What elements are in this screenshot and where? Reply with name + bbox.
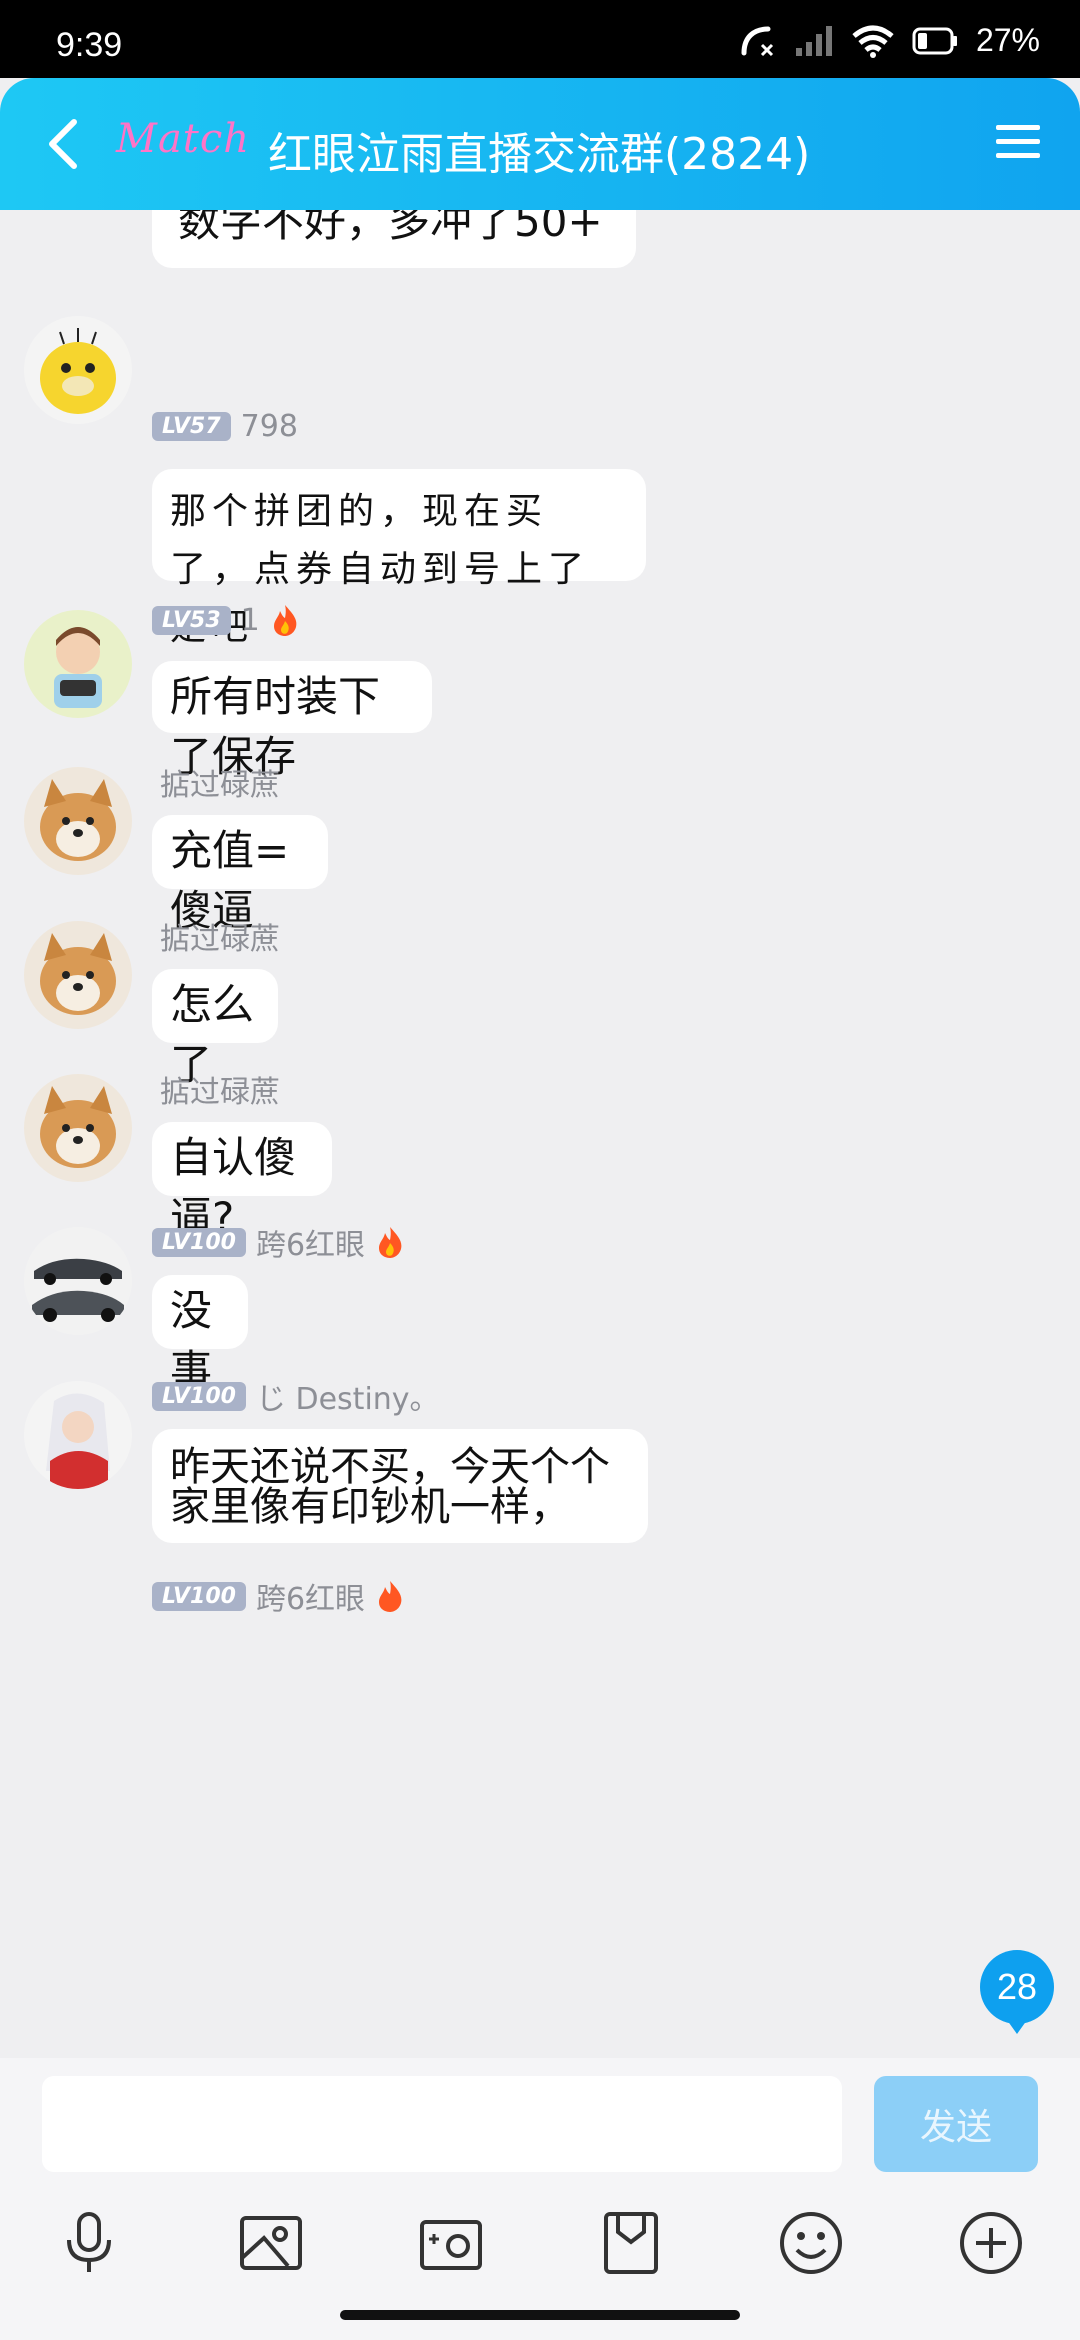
avatar[interactable] xyxy=(24,921,132,1029)
fire-icon xyxy=(273,605,297,636)
unread-count-badge[interactable]: 28 xyxy=(980,1950,1054,2034)
level-badge: LV100 xyxy=(152,1581,246,1611)
wifi-icon xyxy=(852,25,894,58)
sender-meta: LV100 跨6红眼 xyxy=(152,1574,405,1618)
signal-icon xyxy=(795,25,832,56)
brand-logo: Match xyxy=(116,116,251,162)
chat-header: Match 红眼泣雨直播交流群(2824) xyxy=(0,78,1080,210)
message-input[interactable] xyxy=(42,2076,842,2172)
avatar[interactable] xyxy=(24,610,132,718)
composer-toolbar xyxy=(0,2208,1080,2308)
camera-icon[interactable] xyxy=(416,2208,486,2278)
message-bubble[interactable]: 那个拼团的，现在买了，点券自动到号上了是吧 xyxy=(152,469,646,648)
message-bubble[interactable]: 没事 xyxy=(152,1275,248,1395)
composer-bar: 发送 xyxy=(0,2058,1080,2340)
message-bubble[interactable]: 充值=傻逼 xyxy=(152,815,328,935)
level-badge: LV57 xyxy=(152,411,231,441)
menu-icon[interactable] xyxy=(996,120,1040,164)
fire-icon xyxy=(379,1227,402,1258)
level-badge: LV100 xyxy=(152,1381,246,1411)
message-bubble[interactable]: 所有时装下了保存 xyxy=(152,661,432,781)
sender-name[interactable]: 跨6红眼 xyxy=(256,1574,365,1618)
sender-meta: LV100 じ Destiny。 xyxy=(152,1374,440,1418)
file-icon[interactable] xyxy=(596,2208,666,2278)
message-bubble[interactable]: 昨天还说不买，今天个个家里像有印钞机一样， xyxy=(152,1429,648,1543)
sender-meta: LV53 1 xyxy=(152,600,300,640)
emoji-icon[interactable] xyxy=(776,2208,846,2278)
avatar[interactable] xyxy=(24,767,132,875)
sender-meta: 掂过碌蔗 xyxy=(152,760,280,804)
sender-name[interactable]: 跨6红眼 xyxy=(256,1220,365,1264)
sender-meta: 掂过碌蔗 xyxy=(152,914,280,958)
avatar[interactable] xyxy=(24,316,132,424)
sender-name[interactable]: 1 xyxy=(241,603,260,638)
fire-icon xyxy=(379,1581,402,1612)
level-badge: LV53 xyxy=(152,605,231,635)
message-bubble[interactable]: 自认傻逼? xyxy=(152,1122,332,1242)
avatar[interactable] xyxy=(24,1381,132,1489)
message-list[interactable]: 数字不好，多冲了50+ LV57 798 那个拼团的，现在买了，点券自动到号上了… xyxy=(0,210,1080,2058)
sender-name[interactable]: じ Destiny。 xyxy=(256,1374,440,1418)
battery-percent: 27% xyxy=(975,22,1040,58)
sender-name[interactable]: 掂过碌蔗 xyxy=(160,914,280,958)
home-indicator[interactable] xyxy=(340,2310,740,2320)
avatar[interactable] xyxy=(24,1074,132,1182)
sender-meta: LV100 跨6红眼 xyxy=(152,1220,405,1264)
send-button[interactable]: 发送 xyxy=(874,2076,1038,2172)
sender-name[interactable]: 掂过碌蔗 xyxy=(160,1067,280,1111)
avatar[interactable] xyxy=(24,1227,132,1335)
sender-meta: 掂过碌蔗 xyxy=(152,1067,280,1111)
status-time: 9:39 xyxy=(56,26,123,64)
call-forward-icon xyxy=(741,26,774,56)
image-icon[interactable] xyxy=(236,2208,306,2278)
status-icons: 27% xyxy=(738,22,1040,59)
message-bubble[interactable]: 数字不好，多冲了50+ xyxy=(152,210,636,268)
status-bar: 9:39 27% xyxy=(0,0,1080,78)
sender-meta: LV57 798 xyxy=(152,406,298,446)
level-badge: LV100 xyxy=(152,1227,246,1257)
group-title[interactable]: 红眼泣雨直播交流群(2824) xyxy=(268,118,810,182)
sender-name[interactable]: 798 xyxy=(241,409,298,444)
back-arrow-icon[interactable] xyxy=(34,112,94,176)
plus-icon[interactable] xyxy=(956,2208,1026,2278)
message-bubble[interactable]: 怎么了 xyxy=(152,969,278,1089)
microphone-icon[interactable] xyxy=(54,2208,124,2278)
sender-name[interactable]: 掂过碌蔗 xyxy=(160,760,280,804)
battery-icon xyxy=(912,27,957,54)
